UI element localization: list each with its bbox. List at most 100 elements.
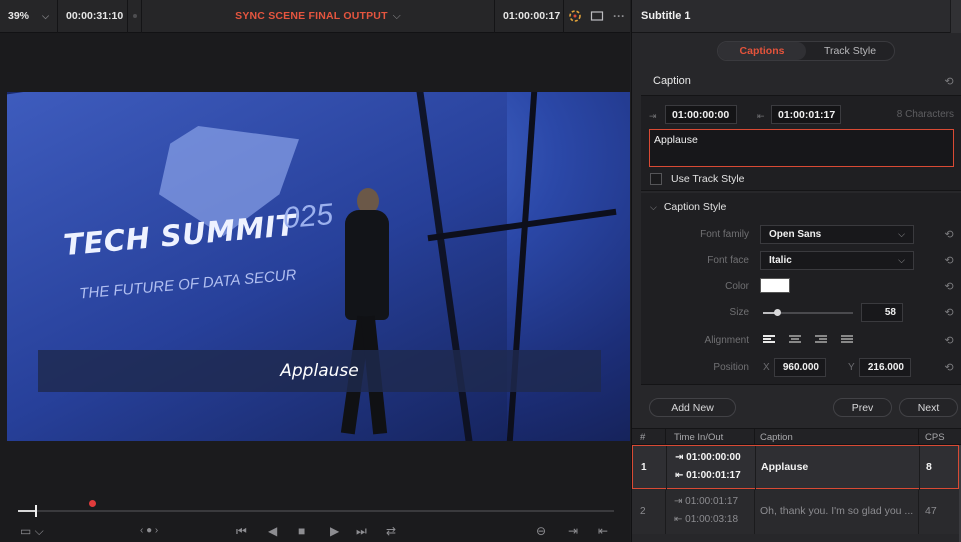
- play-icon[interactable]: ▶: [330, 524, 339, 538]
- font-family-dropdown[interactable]: Open Sans ⌵: [760, 225, 914, 244]
- font-face-dropdown[interactable]: Italic ⌵: [760, 251, 914, 270]
- size-slider-handle[interactable]: [774, 309, 781, 316]
- viewer-scrubber[interactable]: [18, 500, 614, 517]
- position-y-label: Y: [848, 362, 855, 373]
- position-x-label: X: [763, 362, 770, 373]
- use-track-style-label: Use Track Style: [671, 173, 745, 185]
- caption-overlay-text: Applause: [280, 361, 359, 381]
- reset-icon[interactable]: ⟲: [943, 307, 955, 319]
- alignment-label: Alignment: [704, 335, 749, 346]
- tab-captions[interactable]: Captions: [718, 42, 806, 60]
- in-point-icon: ⇥: [674, 496, 686, 507]
- timeline-timecode: 01:00:00:17: [494, 0, 564, 33]
- caption-list-header: # Time In/Out Caption CPS: [632, 428, 961, 446]
- row-number: 2: [640, 506, 646, 517]
- reset-icon[interactable]: ⟲: [943, 76, 955, 88]
- font-face-label: Font face: [707, 255, 749, 266]
- row-caption: Oh, thank you. I'm so glad you ...: [760, 505, 914, 517]
- position-x-field[interactable]: 960.000: [774, 358, 826, 377]
- column-header-number: #: [640, 432, 646, 443]
- status-dot-icon: [128, 0, 142, 33]
- reset-icon[interactable]: ⟲: [943, 362, 955, 374]
- next-button[interactable]: Next: [899, 398, 958, 417]
- playhead-handle[interactable]: [34, 505, 37, 517]
- color-wheel-icon[interactable]: [564, 0, 586, 33]
- jog-control-icon[interactable]: ‹ ● ›: [140, 524, 158, 538]
- viewer-toolbar: 39% ⌵ 00:00:31:10 SYNC SCENE FINAL OUTPU…: [0, 0, 630, 33]
- align-center-icon[interactable]: [789, 335, 801, 345]
- add-new-button[interactable]: Add New: [649, 398, 736, 417]
- out-point-icon: ⇤: [674, 514, 686, 525]
- align-left-icon[interactable]: [763, 335, 775, 345]
- inspector-tabs: Captions Track Style: [717, 41, 895, 61]
- reset-icon[interactable]: ⟲: [943, 255, 955, 267]
- use-track-style-checkbox[interactable]: [650, 173, 662, 185]
- row-cps: 8: [926, 461, 932, 473]
- size-field[interactable]: 58: [861, 303, 903, 322]
- go-to-start-icon[interactable]: ⏮: [236, 524, 247, 538]
- time-out-field[interactable]: 01:00:01:17: [771, 105, 841, 124]
- column-header-time: Time In/Out: [674, 432, 724, 443]
- font-face-value: Italic: [769, 255, 792, 266]
- presenter-figure: [335, 188, 395, 438]
- mark-out-icon[interactable]: ⇤: [598, 524, 608, 538]
- caption-style-title: Caption Style: [663, 201, 727, 213]
- inspector-title: Subtitle 1: [641, 10, 691, 22]
- prev-button[interactable]: Prev: [833, 398, 892, 417]
- out-point-icon: ⇤: [757, 111, 765, 121]
- color-label: Color: [725, 281, 749, 292]
- column-header-caption: Caption: [760, 432, 793, 443]
- stop-icon[interactable]: ■: [298, 524, 305, 538]
- out-point-icon: ⇤: [675, 470, 687, 481]
- caption-text-input[interactable]: Applause: [649, 129, 954, 167]
- row-number: 1: [641, 462, 647, 473]
- row-time-in: ⇥ 01:00:01:17: [674, 496, 738, 507]
- match-frame-icon[interactable]: ⊖: [536, 524, 546, 538]
- caption-style-header[interactable]: ⌵ Caption Style: [650, 201, 726, 213]
- column-header-cps: CPS: [925, 432, 945, 443]
- reset-icon[interactable]: ⟲: [943, 229, 955, 241]
- caption-row[interactable]: 2 ⇥ 01:00:01:17 ⇤ 01:00:03:18 Oh, thank …: [632, 490, 959, 534]
- more-options-icon[interactable]: ···: [608, 0, 630, 33]
- caption-overlay-box: Applause: [38, 350, 601, 392]
- row-time-out: ⇤ 01:00:03:18: [674, 514, 738, 525]
- align-right-icon[interactable]: [815, 335, 827, 345]
- position-label: Position: [713, 362, 749, 373]
- tab-track-style[interactable]: Track Style: [806, 42, 894, 60]
- size-label: Size: [729, 307, 749, 318]
- font-family-label: Font family: [700, 229, 749, 240]
- play-reverse-icon[interactable]: ◀: [268, 524, 277, 538]
- font-family-value: Open Sans: [769, 229, 822, 240]
- timeline-name: SYNC SCENE FINAL OUTPUT: [235, 10, 388, 22]
- caption-row-selected[interactable]: 1 ⇥ 01:00:00:00 ⇤ 01:00:01:17 Applause 8: [632, 445, 959, 490]
- reset-icon[interactable]: ⟲: [943, 281, 955, 293]
- viewer-mode-icon[interactable]: [586, 0, 608, 33]
- chevron-down-icon: ⌵: [650, 202, 657, 212]
- zoom-value: 39%: [8, 10, 30, 22]
- chevron-down-icon: ⌵: [392, 9, 401, 22]
- caption-section-title: Caption: [653, 75, 691, 87]
- marker-dot-icon[interactable]: [89, 500, 96, 507]
- loop-icon[interactable]: ⇄: [386, 524, 396, 538]
- position-y-field[interactable]: 216.000: [859, 358, 911, 377]
- time-in-field[interactable]: 01:00:00:00: [665, 105, 737, 124]
- video-frame: TECH SUMMIT 025 THE FUTURE OF DATA SECUR…: [7, 92, 630, 441]
- go-to-end-icon[interactable]: ⏭: [356, 524, 367, 538]
- timeline-name-dropdown[interactable]: SYNC SCENE FINAL OUTPUT ⌵: [142, 0, 494, 33]
- video-year: 025: [281, 197, 335, 236]
- chevron-down-icon: ⌵: [898, 229, 905, 239]
- caption-list: # Time In/Out Caption CPS 1 ⇥ 01:00:00:0…: [632, 428, 961, 542]
- zoom-dropdown[interactable]: 39% ⌵: [0, 0, 58, 33]
- chevron-down-icon: ⌵: [42, 10, 49, 21]
- color-swatch[interactable]: [760, 278, 790, 293]
- transport-controls: ▭ ⌵ ‹ ● › ⏮ ◀ ■ ▶ ⏭ ⇄ ⊖ ⇥ ⇤: [0, 522, 630, 542]
- viewer-panel: 39% ⌵ 00:00:31:10 SYNC SCENE FINAL OUTPU…: [0, 0, 630, 542]
- size-slider[interactable]: [763, 309, 853, 316]
- character-count: 8 Characters: [896, 109, 954, 120]
- align-justify-icon[interactable]: [841, 335, 853, 345]
- reset-icon[interactable]: ⟲: [943, 335, 955, 347]
- in-point-icon: ⇥: [649, 111, 657, 121]
- mark-in-icon[interactable]: ⇥: [568, 524, 578, 538]
- inspector-header: Subtitle 1: [632, 0, 961, 33]
- safe-area-icon[interactable]: ▭ ⌵: [20, 524, 44, 538]
